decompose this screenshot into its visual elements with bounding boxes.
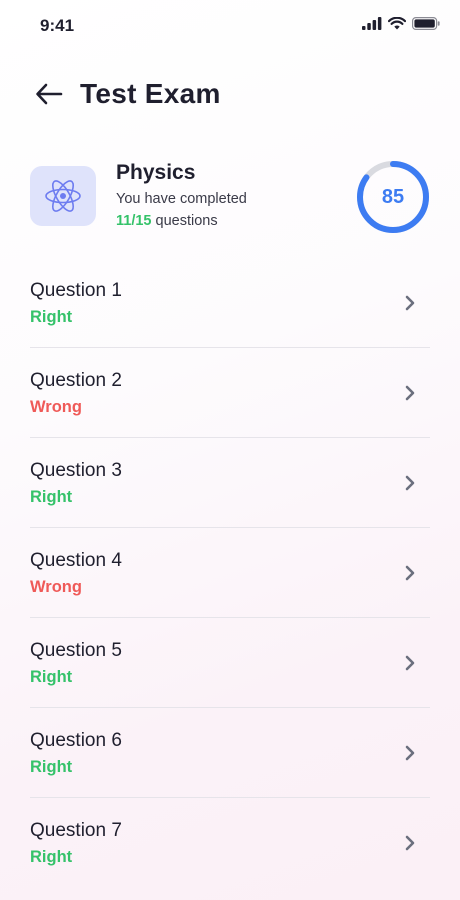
question-status: Right xyxy=(30,308,73,326)
arrow-left-icon[interactable] xyxy=(35,83,63,105)
atom-icon xyxy=(45,180,81,212)
wifi-icon xyxy=(388,17,406,30)
question-status: Right xyxy=(30,488,73,506)
question-title: Question 6 xyxy=(30,730,122,751)
chevron-right-icon[interactable] xyxy=(402,654,418,672)
subject-name: Physics xyxy=(116,161,196,184)
chevron-right-icon[interactable] xyxy=(402,834,418,852)
chevron-right-icon[interactable] xyxy=(402,744,418,762)
question-row[interactable]: Question 1 Right xyxy=(30,258,430,348)
question-status: Right xyxy=(30,848,73,866)
question-row[interactable]: Question 3 Right xyxy=(30,438,430,528)
question-title: Question 2 xyxy=(30,370,122,391)
subject-icon-box xyxy=(30,166,96,226)
page-title: Test Exam xyxy=(80,78,221,109)
subject-progress: 11/15 questions xyxy=(116,213,218,229)
back-button[interactable] xyxy=(34,79,64,109)
status-icons xyxy=(362,17,440,30)
chevron-right-icon[interactable] xyxy=(402,564,418,582)
question-title: Question 5 xyxy=(30,640,122,661)
signal-icon xyxy=(362,17,382,30)
question-list: Question 1 Right Question 2 Wrong Question 3… xyxy=(30,258,430,888)
question-row[interactable]: Question 5 Right xyxy=(30,618,430,708)
score-ring: 85 xyxy=(356,160,430,234)
question-status: Right xyxy=(30,758,73,776)
battery-icon xyxy=(412,17,440,30)
question-title: Question 3 xyxy=(30,460,122,481)
question-status: Right xyxy=(30,668,73,686)
chevron-right-icon[interactable] xyxy=(402,384,418,402)
subject-subtitle: You have completed xyxy=(116,191,247,207)
subject-card: Physics You have completed 11/15 questio… xyxy=(30,160,430,234)
header: Test Exam xyxy=(34,74,221,114)
question-title: Question 7 xyxy=(30,820,122,841)
question-row[interactable]: Question 2 Wrong xyxy=(30,348,430,438)
question-title: Question 1 xyxy=(30,280,122,301)
chevron-right-icon[interactable] xyxy=(402,474,418,492)
status-bar: 9:41 xyxy=(0,0,460,52)
progress-suffix: questions xyxy=(151,213,218,229)
status-time: 9:41 xyxy=(40,16,75,35)
question-status: Wrong xyxy=(30,398,82,416)
question-title: Question 4 xyxy=(30,550,122,571)
question-row[interactable]: Question 7 Right xyxy=(30,798,430,888)
question-status: Wrong xyxy=(30,578,82,596)
chevron-right-icon[interactable] xyxy=(402,294,418,312)
question-row[interactable]: Question 6 Right xyxy=(30,708,430,798)
question-row[interactable]: Question 4 Wrong xyxy=(30,528,430,618)
progress-count: 11/15 xyxy=(116,213,152,229)
score-value: 85 xyxy=(381,185,405,208)
